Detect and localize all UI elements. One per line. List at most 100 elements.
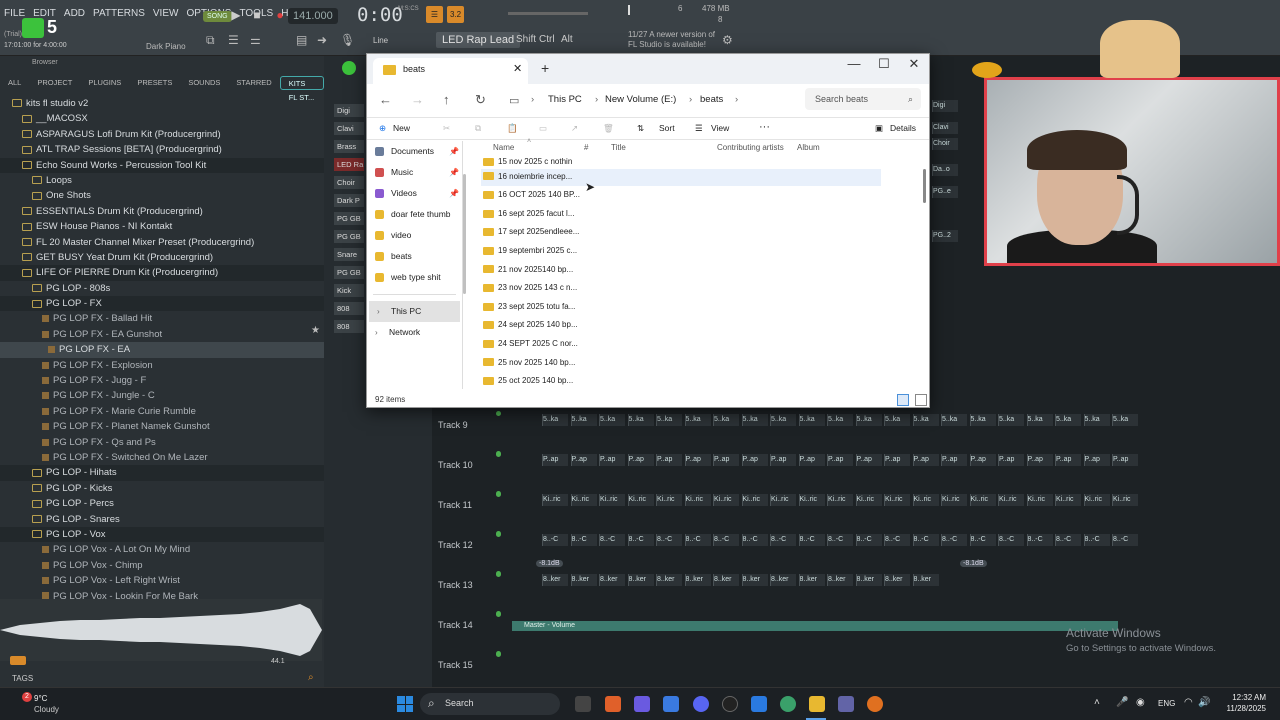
pattern-clip[interactable]: 8..-C — [969, 534, 996, 546]
pattern-clip[interactable]: 5..ka — [542, 414, 568, 426]
obs-icon[interactable] — [722, 696, 738, 712]
pattern-clip[interactable]: 5..ka — [770, 414, 796, 426]
ctrl-key[interactable]: Ctrl — [539, 34, 555, 45]
pattern-clip[interactable]: 5..ka — [713, 414, 739, 426]
tiles-view-icon[interactable] — [915, 394, 927, 406]
sidebar-item[interactable]: Videos 📌 — [367, 183, 462, 204]
browser-folder[interactable]: LIFE OF PIERRE Drum Kit (Producergrind) — [0, 265, 324, 281]
search-input[interactable]: Search beats ⌕ — [805, 88, 921, 110]
view-button[interactable]: View — [711, 123, 729, 133]
pattern-clip[interactable]: 8..ker — [884, 574, 910, 586]
track-mute-led[interactable] — [496, 651, 501, 656]
discord-icon[interactable] — [693, 696, 709, 712]
sidebar-item[interactable]: Documents 📌 — [367, 141, 462, 162]
details-button[interactable]: Details — [890, 123, 916, 133]
browser-tab-sounds[interactable]: SOUNDS — [180, 76, 228, 90]
browser-sample[interactable]: PG LOP FX - Qs and Ps — [0, 435, 324, 450]
browser-folder[interactable]: __MACOSX — [0, 111, 324, 126]
file-row[interactable]: 25 oct 2025 140 bp... — [483, 372, 573, 391]
browser-folder[interactable]: ESSENTIALS Drum Kit (Producergrind) — [0, 204, 324, 219]
pattern-clip[interactable]: Ki..ric — [1026, 494, 1053, 506]
pattern-clip[interactable]: 5..ka — [627, 414, 654, 426]
sidebar-scrollbar[interactable] — [463, 174, 466, 294]
pin-icon[interactable]: 📌 — [449, 162, 459, 183]
pattern-clip[interactable]: Ki..ric — [684, 494, 711, 506]
pattern-clip[interactable]: P..ap — [855, 454, 882, 466]
track-mute-led[interactable] — [496, 451, 501, 456]
pattern-clip[interactable]: P..ap — [1112, 454, 1138, 466]
pattern-clip[interactable]: 5..ka — [941, 414, 967, 426]
preview-play-icon[interactable] — [10, 656, 26, 665]
column-name[interactable]: Name — [493, 143, 514, 152]
file-row[interactable]: 15 nov 2025 c nothin... — [483, 158, 573, 168]
channel-button[interactable]: Dark P — [334, 194, 364, 207]
pattern-clip[interactable]: Ki..ric — [627, 494, 654, 506]
pattern-clip[interactable]: P..ap — [570, 454, 597, 466]
back-icon[interactable]: ← — [379, 92, 392, 107]
pattern-clip[interactable]: P..ap — [884, 454, 910, 466]
pattern-clip[interactable]: Ki..ric — [713, 494, 739, 506]
pattern-clip[interactable]: 8..ker — [627, 574, 654, 586]
pattern-clip[interactable]: P..ap — [1083, 454, 1110, 466]
channel-rack-icon[interactable]: ☰ — [228, 33, 239, 47]
update-notice[interactable]: 11/27 A newer version of FL Studio is av… — [628, 30, 718, 50]
pattern-clip[interactable]: Ki..ric — [542, 494, 568, 506]
browser-sample[interactable]: PG LOP FX - EA — [0, 342, 324, 358]
browser-folder[interactable]: Echo Sound Works - Percussion Tool Kit — [0, 157, 324, 173]
line-mode[interactable]: Line — [373, 36, 388, 45]
pattern-clip[interactable]: P..ap — [1055, 454, 1081, 466]
paste-icon[interactable]: 📋 — [507, 123, 518, 134]
pattern-clip[interactable]: PG..e — [932, 186, 958, 198]
pattern-clip[interactable]: 8..-C — [741, 534, 768, 546]
channel-button[interactable]: Snare — [334, 248, 364, 261]
breadcrumb-this-pc[interactable]: This PC — [548, 94, 582, 105]
pattern-clip[interactable]: 5..ka — [570, 414, 597, 426]
up-icon[interactable]: ↑ — [443, 92, 450, 107]
pattern-clip[interactable]: 8..ker — [542, 574, 568, 586]
pattern-clip[interactable]: Ki..ric — [855, 494, 882, 506]
tray-chevron-icon[interactable]: ˄ — [1094, 697, 1100, 708]
pattern-clip[interactable]: 8..ker — [570, 574, 597, 586]
file-row[interactable]: 23 sept 2025 totu fa... — [483, 298, 575, 317]
sidebar-item[interactable]: web type shit — [367, 267, 462, 288]
pattern-clip[interactable]: 8..ker — [798, 574, 825, 586]
channel-button[interactable]: Brass — [334, 140, 364, 153]
channel-button[interactable]: LED Ra — [334, 158, 364, 171]
language-indicator[interactable]: ENG — [1158, 699, 1175, 708]
file-row[interactable]: 23 nov 2025 143 c n... — [483, 279, 577, 298]
track-label[interactable]: Track 14 — [438, 620, 510, 630]
pattern-clip[interactable]: 8..-C — [798, 534, 825, 546]
pattern-clip[interactable]: Choir — [932, 138, 958, 150]
channel-button[interactable]: PG GB — [334, 230, 364, 243]
maximize-icon[interactable]: ☐ — [869, 56, 899, 72]
sidebar-item[interactable]: video — [367, 225, 462, 246]
track-label[interactable]: Track 12 — [438, 540, 510, 550]
pattern-clip[interactable]: P..ap — [827, 454, 853, 466]
pattern-clip[interactable]: Ki..ric — [1083, 494, 1110, 506]
pattern-clip[interactable]: Ki..ric — [741, 494, 768, 506]
copy-icon[interactable]: ⧉ — [475, 123, 481, 134]
pattern-clip[interactable]: 8..ker — [855, 574, 882, 586]
record-icon[interactable]: ● — [272, 7, 288, 23]
pattern-clip[interactable]: P..ap — [713, 454, 739, 466]
file-row[interactable]: 21 nov 2025140 bp... — [483, 261, 573, 280]
taskbar-search[interactable]: ⌕ Search — [420, 693, 560, 715]
browser-tab-starred[interactable]: STARRED — [228, 76, 279, 90]
pattern-selector[interactable]: LED Rap Lead — [436, 32, 521, 48]
close-tab-icon[interactable]: ✕ — [513, 58, 522, 80]
pattern-clip[interactable]: PG..2 — [932, 230, 958, 242]
pattern-clip[interactable]: P..ap — [941, 454, 967, 466]
pattern-clip[interactable]: 5..ka — [599, 414, 625, 426]
pattern-clip[interactable]: 5..ka — [969, 414, 996, 426]
chevron-right-icon[interactable]: › — [375, 322, 378, 343]
pattern-clip[interactable]: P..ap — [741, 454, 768, 466]
menu-view[interactable]: VIEW — [153, 8, 179, 19]
pattern-clip[interactable]: Ki..ric — [656, 494, 682, 506]
pattern-clip[interactable]: P..ap — [969, 454, 996, 466]
pattern-clip[interactable]: 8..ker — [713, 574, 739, 586]
browser-folder[interactable]: One Shots — [0, 188, 324, 203]
column-album[interactable]: Album — [797, 143, 820, 152]
new-tab-button[interactable]: + — [541, 60, 549, 76]
pattern-clip[interactable]: 5..ka — [798, 414, 825, 426]
pattern-clip[interactable]: 8..-C — [998, 534, 1024, 546]
